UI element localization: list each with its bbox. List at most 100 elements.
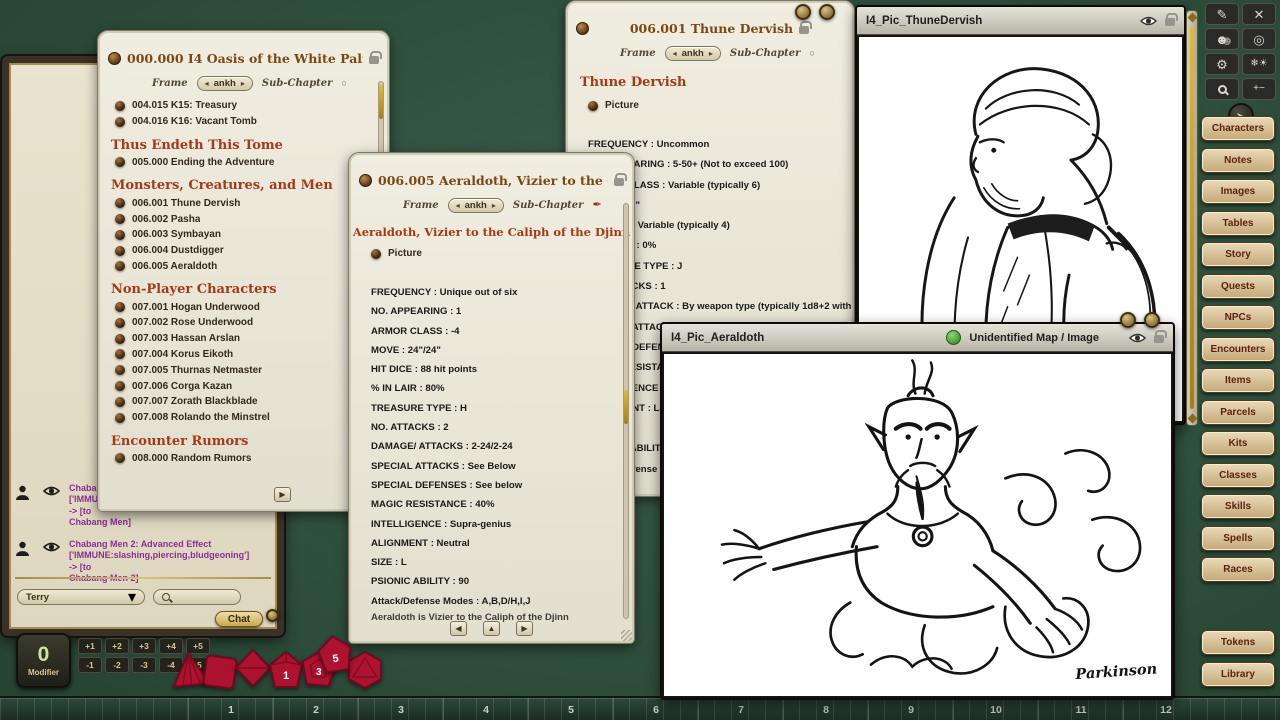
toc-row[interactable]: 005.000 Ending the Adventure <box>98 155 389 171</box>
toc-text[interactable]: 006.004 Dustdigger <box>132 245 224 256</box>
modifier-minus-button[interactable]: -3 <box>132 657 156 673</box>
sidebar-button[interactable]: NPCs <box>1201 305 1275 330</box>
draw-icon[interactable]: ✎ <box>1205 3 1239 25</box>
entry-bullet-icon[interactable] <box>115 453 125 463</box>
next-arrow-icon[interactable]: ▸ <box>709 50 713 58</box>
toc-text[interactable]: 007.006 Corga Kazan <box>132 381 232 392</box>
image-titlebar[interactable]: I4_Pic_Aeraldoth Unidentified Map / Imag… <box>662 324 1173 352</box>
toc-text[interactable]: 006.005 Aeraldoth <box>132 261 217 272</box>
sidebar-button[interactable]: Skills <box>1201 494 1275 519</box>
toc-row[interactable]: 007.003 Hassan Arslan <box>98 331 389 347</box>
hotkey-slot[interactable]: 4 <box>443 698 528 720</box>
toc-text[interactable]: 006.001 Thune Dervish <box>132 198 240 209</box>
toc-text[interactable]: 008.000 Random Rumors <box>132 453 252 464</box>
ring-icon[interactable]: ◎ <box>1242 28 1276 50</box>
gear-icon[interactable]: ⚙ <box>1205 53 1239 75</box>
toc-row[interactable]: 007.006 Corga Kazan <box>98 378 389 394</box>
image-titlebar[interactable]: I4_Pic_ThuneDervish <box>857 7 1184 35</box>
image-canvas[interactable]: Parkinson <box>664 354 1171 696</box>
chat-filter[interactable] <box>153 589 241 605</box>
entry-bullet-icon[interactable] <box>115 246 125 256</box>
hotkey-slot[interactable]: 5 <box>528 698 613 720</box>
zoom-icon[interactable] <box>1205 78 1239 100</box>
entry-bullet-icon[interactable] <box>115 261 125 271</box>
entry-bullet-icon[interactable] <box>115 381 125 391</box>
sidebar-button[interactable]: Kits <box>1201 431 1275 456</box>
sidebar-button[interactable]: Notes <box>1201 148 1275 173</box>
hotkey-slot[interactable]: 8 <box>783 698 868 720</box>
plus-minus-icon[interactable]: +− <box>1242 78 1276 100</box>
dial-knob[interactable] <box>819 4 835 20</box>
entry-bullet-icon[interactable] <box>115 318 125 328</box>
toc-row[interactable]: 006.003 Symbayan <box>98 227 389 243</box>
next-arrow-icon[interactable]: ▸ <box>241 80 245 88</box>
resize-grip[interactable] <box>621 630 632 641</box>
toc-row[interactable]: 007.002 Rose Underwood <box>98 315 389 331</box>
sidebar-button[interactable]: Library <box>1201 662 1275 687</box>
hotkey-slot[interactable]: 3 <box>358 698 443 720</box>
toc-row[interactable]: Monsters, Creatures, and Men <box>98 170 389 195</box>
toc-row[interactable]: 004.016 K16: Vacant Tomb <box>98 114 389 130</box>
toc-text[interactable]: 007.005 Thurnas Netmaster <box>132 365 262 376</box>
sidebar-button[interactable]: Story <box>1201 242 1275 267</box>
hotkey-slot[interactable]: 6 <box>613 698 698 720</box>
sidebar-button[interactable]: Characters <box>1201 116 1275 141</box>
speaker-select[interactable]: Terry ▾ <box>17 589 145 605</box>
next-page-button[interactable]: ▶ <box>516 621 533 636</box>
entry-bullet-icon[interactable] <box>115 397 125 407</box>
toc-row[interactable]: Non-Player Characters <box>98 274 389 299</box>
sidebar-button[interactable]: Tokens <box>1201 630 1275 655</box>
close-icon[interactable]: ✕ <box>1242 3 1276 25</box>
hotkey-slot[interactable]: 10 <box>953 698 1038 720</box>
sidebar-button[interactable]: Images <box>1201 179 1275 204</box>
toc-row[interactable]: Thus Endeth This Tome <box>98 130 389 155</box>
entry-bullet-icon[interactable] <box>115 349 125 359</box>
toc-row[interactable]: 007.004 Korus Eikoth <box>98 347 389 363</box>
picture-label[interactable]: Picture <box>605 100 639 111</box>
entry-bullet-icon[interactable] <box>115 413 125 423</box>
toc-row[interactable]: 006.001 Thune Dervish <box>98 195 389 211</box>
eye-icon[interactable] <box>1129 332 1146 344</box>
toc-row[interactable]: 004.015 K15: Treasury <box>98 98 389 114</box>
toc-text[interactable]: 007.004 Korus Eikoth <box>132 349 233 360</box>
entry-bullet-icon[interactable] <box>588 101 598 111</box>
modifier-plus-button[interactable]: +3 <box>132 638 156 654</box>
story-window-aeraldoth[interactable]: 006.005 Aeraldoth, Vizier to the Calip F… <box>348 152 635 644</box>
lock-icon[interactable] <box>799 26 809 34</box>
toc-text[interactable]: 006.002 Pasha <box>132 214 200 225</box>
hotkey-slot[interactable]: 2 <box>273 698 358 720</box>
window-titlebar[interactable]: 000.000 I4 Oasis of the White Palm (I <box>98 31 389 73</box>
sidebar-button[interactable]: Races <box>1201 557 1275 582</box>
entry-bullet-icon[interactable] <box>115 117 125 127</box>
chat-button[interactable]: Chat <box>215 611 263 627</box>
lock-icon[interactable] <box>369 56 379 64</box>
hotkey-slot[interactable]: 9 <box>868 698 953 720</box>
scrollbar[interactable] <box>623 203 629 619</box>
entry-bullet-icon[interactable] <box>115 230 125 240</box>
lighting-icon[interactable]: ❄☀ <box>1242 53 1276 75</box>
toc-row[interactable]: 007.008 Rolando the Minstrel <box>98 410 389 426</box>
sidebar-button[interactable]: Parcels <box>1201 400 1275 425</box>
entry-bullet-icon[interactable] <box>115 365 125 375</box>
entry-bullet-icon[interactable] <box>371 249 381 259</box>
picture-link[interactable]: Picture <box>588 100 639 111</box>
toc-text[interactable]: 006.003 Symbayan <box>132 229 221 240</box>
hotkey-slot[interactable]: 7 <box>698 698 783 720</box>
pin-icon[interactable] <box>359 174 372 187</box>
window-titlebar[interactable]: 006.005 Aeraldoth, Vizier to the Calip <box>349 153 634 195</box>
entry-bullet-icon[interactable] <box>115 198 125 208</box>
radio-icon[interactable]: ○ <box>341 79 346 88</box>
entry-bullet-icon[interactable] <box>115 302 125 312</box>
toc-row[interactable]: 008.000 Random Rumors <box>98 451 389 467</box>
hotkey-slot[interactable]: 12 <box>1123 698 1208 720</box>
entry-bullet-icon[interactable] <box>115 214 125 224</box>
frame-cycler[interactable]: ◂ ankh ▸ <box>448 198 504 213</box>
chevron-down-icon[interactable]: ▾ <box>128 587 136 607</box>
toc-text[interactable]: 005.000 Ending the Adventure <box>132 157 274 168</box>
toc-text[interactable]: Thus Endeth This Tome <box>111 138 283 153</box>
lock-icon[interactable] <box>614 178 624 186</box>
entry-bullet-icon[interactable] <box>115 157 125 167</box>
modifier-minus-button[interactable]: -1 <box>78 657 102 673</box>
radio-icon[interactable]: ○ <box>809 49 814 58</box>
pin-icon[interactable] <box>108 52 121 65</box>
